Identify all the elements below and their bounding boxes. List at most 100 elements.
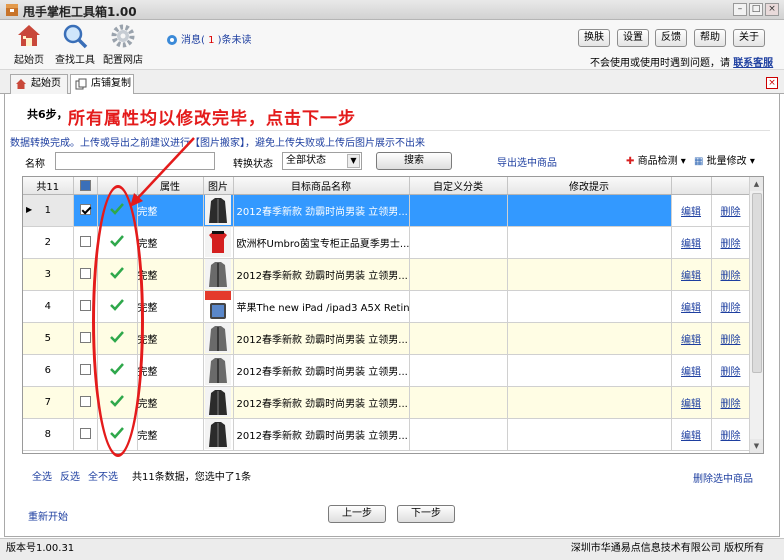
row-edit-cell: 编辑 bbox=[671, 258, 712, 291]
row-edit-link[interactable]: 编辑 bbox=[681, 207, 701, 218]
row-checkbox-cell[interactable] bbox=[73, 386, 98, 419]
invert-selection-link[interactable]: 反选 bbox=[60, 468, 80, 483]
message-count: 1 bbox=[208, 35, 215, 46]
toolbar-find-tools-label: 查找工具 bbox=[55, 55, 95, 66]
row-attr: 完整 bbox=[137, 258, 204, 291]
toolbar-find-tools-button[interactable]: 查找工具 bbox=[52, 23, 98, 66]
row-checkbox[interactable] bbox=[79, 300, 91, 312]
select-none-link[interactable]: 全不选 bbox=[88, 468, 118, 483]
row-delete-link[interactable]: 删除 bbox=[721, 367, 741, 378]
export-selected-link[interactable]: 导出选中商品 bbox=[497, 154, 557, 169]
row-delete-link[interactable]: 删除 bbox=[721, 399, 741, 410]
feedback-button[interactable]: 反馈 bbox=[655, 29, 687, 47]
row-checkbox[interactable] bbox=[79, 204, 91, 216]
scroll-down-icon[interactable]: ▼ bbox=[750, 439, 763, 453]
status-label: 转换状态 bbox=[233, 159, 273, 170]
vertical-scrollbar[interactable]: ▲ ▼ bbox=[749, 177, 763, 453]
row-hint bbox=[507, 258, 672, 291]
row-edit-link[interactable]: 编辑 bbox=[681, 239, 701, 250]
product-thumbnail bbox=[205, 227, 231, 257]
row-edit-link[interactable]: 编辑 bbox=[681, 431, 701, 442]
select-all-link[interactable]: 全选 bbox=[32, 468, 52, 483]
row-delete-link[interactable]: 删除 bbox=[721, 431, 741, 442]
row-checkbox[interactable] bbox=[79, 396, 91, 408]
header-checkbox[interactable] bbox=[79, 179, 91, 191]
row-pointer-icon: ▶ bbox=[26, 204, 33, 214]
batch-edit-label: 批量修改 bbox=[706, 156, 747, 167]
row-checkbox[interactable] bbox=[79, 332, 91, 344]
row-edit-cell: 编辑 bbox=[671, 418, 712, 451]
status-select[interactable]: 全部状态 ▼ bbox=[282, 152, 362, 170]
header-count: 共11 bbox=[23, 177, 74, 195]
product-check-menu[interactable]: ✚ 商品检测 ▾ bbox=[626, 152, 686, 167]
tab-shop-copy[interactable]: 店铺复制 bbox=[70, 74, 134, 95]
row-checkbox-cell[interactable] bbox=[73, 194, 98, 227]
row-delete-link[interactable]: 删除 bbox=[721, 239, 741, 250]
main-toolbar: 起始页 查找工具 配置网店 消息( 1 )条未读 换肤 设置 反馈 帮助 关于 … bbox=[0, 20, 784, 70]
row-checkbox-cell[interactable] bbox=[73, 418, 98, 451]
help-hint: 不会使用或使用时遇到问题，请 联系客服 bbox=[590, 54, 773, 69]
status-select-value: 全部状态 bbox=[286, 155, 326, 166]
row-edit-link[interactable]: 编辑 bbox=[681, 303, 701, 314]
minimize-button[interactable]: – bbox=[733, 3, 747, 16]
row-edit-cell: 编辑 bbox=[671, 354, 712, 387]
help-button[interactable]: 帮助 bbox=[694, 29, 726, 47]
row-checkbox-cell[interactable] bbox=[73, 226, 98, 259]
selection-summary: 共11条数据，您选中了1条 bbox=[132, 472, 252, 483]
batch-edit-menu[interactable]: ▦ 批量修改 ▾ bbox=[694, 152, 755, 167]
row-number: 4 bbox=[23, 290, 74, 323]
row-edit-link[interactable]: 编辑 bbox=[681, 271, 701, 282]
settings-button[interactable]: 设置 bbox=[617, 29, 649, 47]
tab-strip: 起始页 店铺复制 × bbox=[0, 70, 784, 95]
tab-home[interactable]: 起始页 bbox=[10, 74, 68, 94]
skin-button[interactable]: 换肤 bbox=[578, 29, 610, 47]
row-attr: 完整 bbox=[137, 322, 204, 355]
row-delete-link[interactable]: 删除 bbox=[721, 335, 741, 346]
house-icon bbox=[18, 25, 40, 46]
message-notice[interactable]: 消息( 1 )条未读 bbox=[166, 31, 252, 46]
row-product-name: 2012春季新款 劲霸时尚男装 立领男... bbox=[233, 258, 410, 291]
row-delete-link[interactable]: 删除 bbox=[721, 303, 741, 314]
row-checkbox[interactable] bbox=[79, 364, 91, 376]
row-category bbox=[409, 258, 508, 291]
row-attr: 完整 bbox=[137, 290, 204, 323]
header-select-all[interactable] bbox=[73, 177, 98, 195]
row-checkbox[interactable] bbox=[79, 268, 91, 280]
maximize-button[interactable]: □ bbox=[749, 3, 763, 16]
row-delete-link[interactable]: 删除 bbox=[721, 207, 741, 218]
next-step-button[interactable]: 下一步 bbox=[397, 505, 455, 523]
row-edit-cell: 编辑 bbox=[671, 386, 712, 419]
prev-step-button[interactable]: 上一步 bbox=[328, 505, 386, 523]
row-edit-link[interactable]: 编辑 bbox=[681, 367, 701, 378]
version-text: 版本号1.00.31 bbox=[6, 543, 75, 554]
close-tab-icon[interactable]: × bbox=[766, 77, 778, 89]
row-attr: 完整 bbox=[137, 226, 204, 259]
close-window-button[interactable]: × bbox=[765, 3, 779, 16]
scroll-up-icon[interactable]: ▲ bbox=[750, 177, 763, 191]
row-checkbox[interactable] bbox=[79, 428, 91, 440]
header-image: 图片 bbox=[203, 177, 234, 195]
row-edit-link[interactable]: 编辑 bbox=[681, 335, 701, 346]
search-button[interactable]: 搜索 bbox=[376, 152, 452, 170]
row-hint bbox=[507, 322, 672, 355]
delete-selected-link[interactable]: 删除选中商品 bbox=[693, 470, 753, 485]
magnifier-icon bbox=[63, 24, 88, 49]
about-button[interactable]: 关于 bbox=[733, 29, 765, 47]
row-checkbox[interactable] bbox=[79, 236, 91, 248]
scroll-thumb[interactable] bbox=[752, 193, 762, 373]
tab-home-label: 起始页 bbox=[31, 78, 61, 89]
row-number: 6 bbox=[23, 354, 74, 387]
toolbar-home-button[interactable]: 起始页 bbox=[6, 23, 52, 66]
restart-link[interactable]: 重新开始 bbox=[28, 508, 68, 523]
app-icon bbox=[6, 4, 18, 16]
house-icon bbox=[16, 79, 26, 89]
toolbar-config-shop-button[interactable]: 配置网店 bbox=[100, 23, 146, 66]
row-category bbox=[409, 290, 508, 323]
row-delete-link[interactable]: 删除 bbox=[721, 271, 741, 282]
row-product-name: 2012春季新款 劲霸时尚男装 立领男... bbox=[233, 354, 410, 387]
row-image-cell bbox=[203, 194, 234, 227]
contact-support-link[interactable]: 联系客服 bbox=[733, 58, 773, 69]
name-label: 名称 bbox=[25, 159, 45, 170]
row-image-cell bbox=[203, 418, 234, 451]
row-edit-link[interactable]: 编辑 bbox=[681, 399, 701, 410]
